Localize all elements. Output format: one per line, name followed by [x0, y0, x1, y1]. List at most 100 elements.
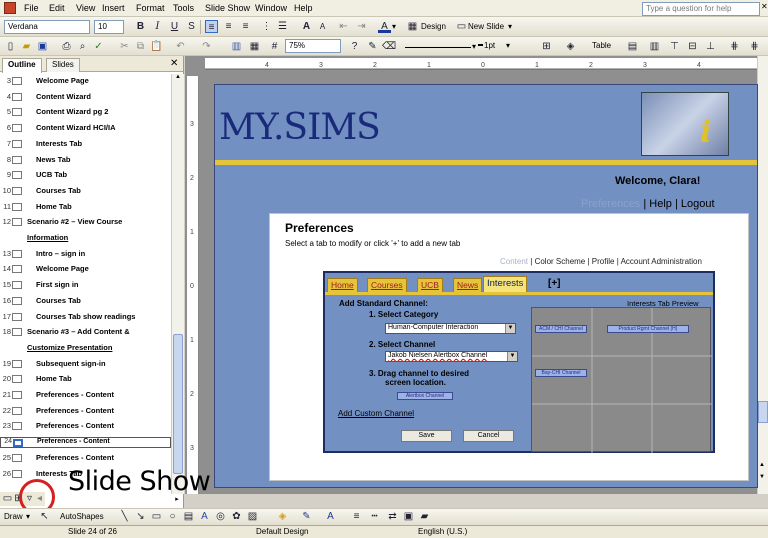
profile-link[interactable]: Profile [592, 257, 615, 266]
help-icon[interactable]: ? [348, 40, 361, 53]
save-button[interactable]: Save [401, 430, 452, 442]
add-tab-button[interactable]: [+] [548, 278, 561, 289]
fill-color-icon[interactable]: ◈ [276, 510, 289, 523]
slide-icon[interactable] [12, 391, 22, 399]
textbox-icon[interactable]: ▤ [182, 510, 195, 523]
grid-channel-chip[interactable]: ACM / CHI Channel [535, 325, 587, 333]
cancel-button[interactable]: Cancel [463, 430, 514, 442]
slide-icon[interactable] [12, 281, 22, 290]
new-icon[interactable]: ▯ [4, 40, 17, 53]
align-left-icon[interactable]: ≡ [205, 20, 218, 33]
slide-icon[interactable] [12, 406, 22, 415]
category-select[interactable]: Human-Computer Interaction ▼ [385, 323, 516, 334]
menu-view[interactable]: View [76, 3, 95, 13]
line-weight-select[interactable]: 1pt [484, 39, 495, 53]
print-icon[interactable]: ⎙ [60, 40, 73, 53]
slide-icon[interactable] [12, 108, 22, 117]
paste-icon[interactable]: 📋 [150, 40, 163, 53]
menu-tools[interactable]: Tools [173, 3, 194, 13]
slide-icon[interactable] [12, 186, 22, 195]
dash-style-icon[interactable]: ┅ [368, 510, 381, 523]
menu-format[interactable]: Format [136, 3, 165, 13]
rectangle-icon[interactable]: ▭ [150, 510, 163, 523]
slide-icon[interactable] [12, 265, 22, 274]
wordart-icon[interactable]: A [198, 510, 211, 523]
slide-icon[interactable] [12, 453, 22, 462]
line-style-icon[interactable] [405, 47, 471, 48]
align-right-icon[interactable]: ≡ [239, 20, 252, 33]
slide-icon[interactable] [12, 469, 22, 478]
pen-icon[interactable]: ✎ [366, 40, 379, 53]
slide-icon[interactable] [12, 328, 22, 337]
channel-select[interactable]: Jakob Nielsen Alertbox Channel ▼ [385, 351, 518, 362]
split-cells-icon[interactable]: ▥ [648, 40, 661, 53]
slide-icon[interactable] [12, 296, 22, 305]
slide-icon[interactable] [12, 202, 22, 211]
select-objects-icon[interactable]: ↖ [38, 510, 51, 523]
tab-ucb[interactable]: UCB [417, 278, 443, 292]
arrow-style-icon[interactable]: ⇄ [386, 510, 399, 523]
align-center-icon[interactable]: ≡ [222, 20, 235, 33]
slide-canvas[interactable]: MY.SIMS i Welcome, Clara! Preferences | … [214, 84, 758, 488]
slide-icon[interactable] [12, 77, 22, 85]
slide-icon[interactable] [12, 359, 22, 368]
align-bottom-icon[interactable]: ⊥ [704, 40, 717, 53]
shadow-icon[interactable]: S [185, 20, 198, 33]
undo-icon[interactable]: ↶ [174, 40, 187, 53]
menu-insert[interactable]: Insert [102, 3, 125, 13]
line-style-icon[interactable]: ≡ [350, 510, 363, 523]
preview-grid[interactable]: ACM / CHI Channel Product Rgmt Channel (… [531, 307, 712, 453]
tab-news[interactable]: News [453, 278, 483, 292]
slide-icon[interactable] [12, 312, 22, 321]
bold-icon[interactable]: B [134, 20, 147, 33]
scroll-up-icon[interactable]: ▲ [173, 74, 183, 82]
slide-icon[interactable] [12, 92, 22, 101]
numbering-icon[interactable]: ⋮ [260, 20, 273, 33]
logout-link[interactable]: Logout [681, 198, 715, 210]
new-slide-icon[interactable]: ▭ [455, 20, 468, 33]
font-size-select[interactable]: 10 [94, 20, 124, 34]
shadow-style-icon[interactable]: ▣ [402, 510, 415, 523]
increase-font-icon[interactable]: A [300, 20, 313, 33]
scroll-thumb[interactable] [758, 401, 768, 423]
autoshapes-button[interactable]: AutoShapes [60, 510, 104, 524]
toolbar-options-icon[interactable]: ▾ [508, 20, 512, 34]
close-pane-icon[interactable]: ✕ [170, 58, 178, 69]
arrow-icon[interactable]: ↘ [134, 510, 147, 523]
draw-menu-button[interactable]: Draw [4, 510, 23, 524]
design-icon[interactable]: ▦ [406, 20, 419, 33]
slide-icon[interactable] [12, 218, 22, 227]
next-slide-icon[interactable]: ▼ [759, 474, 765, 480]
print-preview-icon[interactable]: ⌕ [76, 40, 89, 53]
draggable-channel[interactable]: Alertbox Channel [397, 392, 453, 400]
app-icon[interactable] [4, 2, 16, 14]
slide-icon[interactable] [12, 375, 22, 384]
copy-icon[interactable]: ⧉ [134, 40, 147, 53]
slide-icon[interactable] [13, 439, 23, 448]
redo-icon[interactable]: ↷ [200, 40, 213, 53]
align-middle-icon[interactable]: ⊟ [686, 40, 699, 53]
grid-icon[interactable]: # [268, 40, 281, 53]
cut-icon[interactable]: ✂ [118, 40, 131, 53]
merge-cells-icon[interactable]: ▤ [626, 40, 639, 53]
outline-row[interactable]: 24 Preferences - Content [0, 437, 171, 449]
zoom-select[interactable]: 75% [285, 39, 341, 53]
scroll-thumb[interactable] [173, 334, 183, 474]
diagram-icon[interactable]: ◎ [214, 510, 227, 523]
line-color-icon[interactable]: ✎ [300, 510, 313, 523]
outline-scrollbar[interactable]: ▲ [171, 74, 184, 494]
font-select[interactable]: Verdana [4, 20, 90, 34]
font-color-icon[interactable]: A [324, 510, 337, 523]
spelling-icon[interactable]: ✓ [92, 40, 105, 53]
tab-courses[interactable]: Courses [367, 278, 407, 292]
border-icon[interactable]: ⊞ [540, 40, 553, 53]
line-icon[interactable]: ╲ [118, 510, 131, 523]
grid-channel-chip[interactable]: Product Rgmt Channel (H) [607, 325, 689, 333]
open-icon[interactable]: ▰ [20, 40, 33, 53]
help-search-input[interactable]: Type a question for help [642, 2, 760, 16]
grid-channel-chip[interactable]: Bay-CHI Channel [535, 369, 587, 377]
chevron-down-icon[interactable]: ▾ [506, 39, 510, 53]
slide-icon[interactable] [12, 155, 22, 164]
menu-edit[interactable]: Edit [49, 3, 65, 13]
account-admin-link[interactable]: Account Administration [621, 257, 702, 266]
